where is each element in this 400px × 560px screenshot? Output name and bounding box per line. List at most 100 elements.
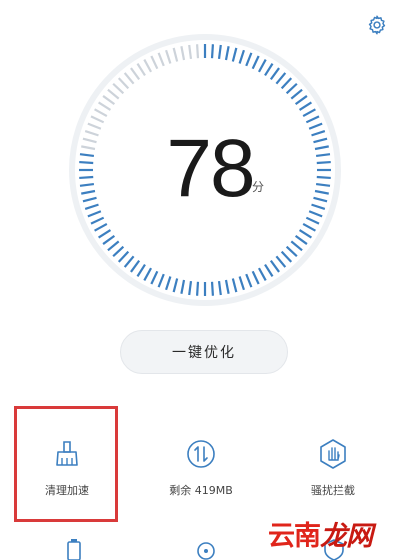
gauge-tick-filled: [285, 245, 298, 258]
gauge-tick-filled: [257, 267, 267, 281]
gauge-tick-filled: [112, 245, 125, 258]
gauge-tick-filled: [280, 77, 293, 90]
gauge-tick-filled: [245, 52, 253, 67]
gauge-tick-empty: [157, 52, 165, 67]
gauge-tick-filled: [210, 281, 215, 296]
gauge-tick-filled: [94, 222, 108, 232]
gauge-tick-filled: [188, 280, 193, 296]
circle-icon[interactable]: [194, 538, 218, 560]
gauge-tick-filled: [84, 203, 99, 210]
gauge-tick-filled: [210, 44, 215, 59]
gauge-tick-filled: [231, 278, 238, 293]
gauge-tick-filled: [82, 196, 97, 203]
gauge-tick-filled: [79, 182, 95, 187]
gauge-tick-filled: [79, 153, 95, 158]
gauge-tick-empty: [143, 59, 153, 73]
gauge-tick-filled: [298, 101, 312, 111]
gauge-tick-filled: [257, 59, 267, 73]
gauge-tick-filled: [285, 82, 298, 95]
one-tap-optimize-button[interactable]: 一键优化: [120, 330, 288, 374]
gauge-tick-empty: [87, 122, 102, 130]
battery-icon[interactable]: [62, 538, 86, 560]
gauge-tick-filled: [195, 281, 200, 296]
gauge-tick-filled: [305, 115, 320, 124]
gauge-tick-filled: [275, 72, 287, 85]
gauge-tick-filled: [217, 44, 222, 60]
gauge-tick-filled: [143, 267, 153, 281]
gauge-tick-filled: [81, 189, 96, 195]
gauge-tick-empty: [84, 130, 99, 137]
hand-shield-icon: [320, 439, 346, 469]
gauge-tick-filled: [308, 210, 323, 218]
gauge-tick-filled: [224, 46, 230, 61]
gauge-tick-filled: [157, 273, 165, 288]
cleanup-label: 清理加速: [45, 484, 89, 497]
gauge-tick-filled: [298, 229, 312, 239]
gauge-tick-empty: [195, 44, 200, 59]
gauge-tick-filled: [165, 276, 172, 291]
gauge-tick-filled: [294, 234, 308, 245]
gauge-tick-filled: [313, 196, 328, 203]
harassment-block-tile[interactable]: 骚扰拦截: [278, 406, 388, 516]
gauge-tick-filled: [79, 160, 94, 165]
broom-icon: [56, 441, 78, 466]
gauge-tick-filled: [79, 175, 94, 180]
watermark-logo: 云南龙网: [268, 514, 373, 553]
gauge-tick-filled: [217, 280, 222, 296]
gauge-tick-filled: [311, 130, 326, 137]
gauge-tick-empty: [90, 115, 105, 124]
gauge-tick-filled: [224, 279, 230, 294]
gauge-tick-filled: [269, 67, 280, 81]
gauge-tick-empty: [130, 67, 141, 81]
memory-tile[interactable]: 剩余 419MB: [146, 406, 256, 516]
cleanup-tile[interactable]: 清理加速: [12, 406, 122, 516]
gauge-tick-empty: [81, 145, 96, 151]
settings-button[interactable]: [362, 10, 392, 40]
gauge-tick-filled: [251, 270, 260, 285]
gauge-tick-filled: [264, 63, 274, 77]
gauge-tick-filled: [315, 153, 331, 158]
gauge-tick-empty: [98, 101, 112, 111]
gauge-tick-filled: [150, 270, 159, 285]
gauge-tick-filled: [238, 49, 245, 64]
gauge-tick-empty: [136, 63, 146, 77]
gauge-tick-filled: [136, 263, 146, 277]
gauge-tick-filled: [315, 182, 331, 187]
gauge-tick-filled: [290, 240, 303, 252]
gauge-tick-filled: [290, 88, 303, 100]
watermark-text: 云南: [268, 521, 321, 552]
gauge-tick-filled: [130, 259, 141, 273]
watermark-text-tail: 龙网: [320, 521, 373, 552]
gauge-tick-filled: [311, 203, 326, 210]
score-value: 78: [166, 123, 255, 214]
gauge-tick-filled: [245, 273, 253, 288]
gauge-tick-filled: [172, 278, 179, 293]
gauge-tick-filled: [313, 137, 328, 144]
gauge-tick-filled: [107, 240, 120, 252]
gauge-tick-filled: [264, 263, 274, 277]
gauge-tick-filled: [275, 255, 287, 268]
gauge-tick-empty: [117, 77, 130, 90]
gauge-tick-filled: [87, 210, 102, 218]
gauge-tick-empty: [82, 137, 97, 144]
gauge-tick-filled: [314, 189, 329, 195]
gauge-tick-empty: [172, 47, 179, 62]
gauge-tick-filled: [280, 250, 293, 263]
gauge-tick-filled: [238, 276, 245, 291]
gauge-tick-filled: [294, 95, 308, 106]
gauge-tick-empty: [150, 55, 159, 70]
gauge-tick-filled: [231, 47, 238, 62]
gauge-tick-empty: [102, 95, 116, 106]
gauge-tick-empty: [94, 108, 108, 118]
gauge-tick-filled: [316, 160, 331, 165]
gauge-tick-empty: [180, 46, 186, 61]
gauge-tick-empty: [188, 44, 193, 60]
gauge-tick-filled: [305, 216, 320, 225]
score-unit: 分: [252, 180, 265, 194]
gauge-tick-filled: [308, 122, 323, 130]
gauge-tick-empty: [112, 82, 125, 95]
gauge-tick-empty: [107, 88, 120, 100]
gauge-tick-filled: [302, 108, 316, 118]
gauge-tick-filled: [314, 145, 329, 151]
gauge-tick-filled: [269, 259, 280, 273]
